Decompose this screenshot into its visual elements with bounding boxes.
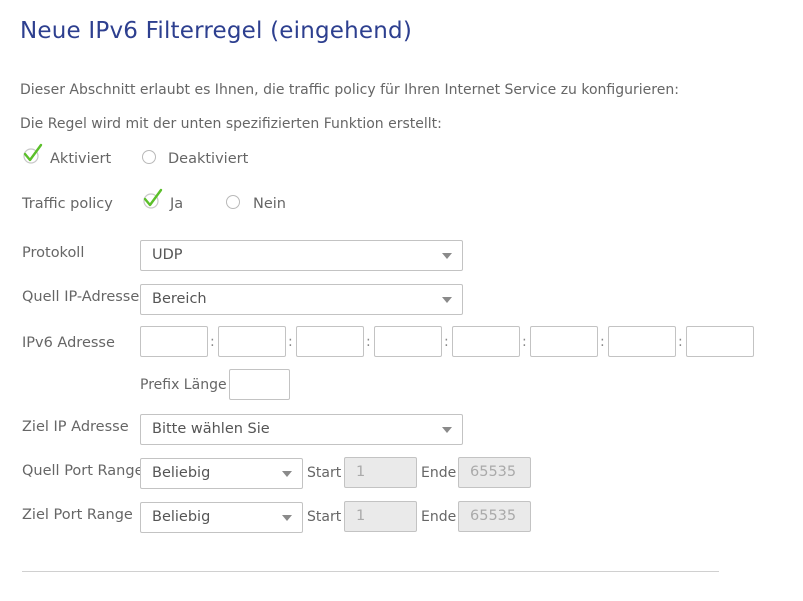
source-port-start-label: Start — [307, 465, 342, 481]
traffic-policy-no-label: Nein — [253, 196, 286, 212]
status-inactive-radio[interactable] — [142, 150, 156, 164]
dest-port-end-input[interactable]: 65535 — [458, 501, 531, 532]
status-active-radio[interactable] — [22, 143, 44, 169]
divider — [22, 571, 719, 572]
prefix-length-input[interactable] — [229, 369, 290, 400]
ipv6-separator: : — [522, 334, 527, 350]
dest-port-start-value: 1 — [356, 508, 366, 524]
ipv6-segment-1[interactable] — [140, 326, 208, 357]
ipv6-label: IPv6 Adresse — [22, 335, 115, 351]
source-port-select[interactable]: Beliebig — [140, 458, 303, 489]
ipv6-segment-5[interactable] — [452, 326, 520, 357]
source-port-end-input[interactable]: 65535 — [458, 457, 531, 488]
source-port-label: Quell Port Range — [22, 463, 144, 479]
traffic-policy-yes-radio[interactable] — [142, 188, 164, 214]
source-port-end-label: Ende — [421, 465, 457, 481]
ipv6-separator: : — [288, 334, 293, 350]
intro-text: Dieser Abschnitt erlaubt es Ihnen, die t… — [20, 82, 679, 98]
source-ip-select[interactable]: Bereich — [140, 284, 463, 315]
protocol-value: UDP — [152, 247, 183, 263]
dest-port-select[interactable]: Beliebig — [140, 502, 303, 533]
prefix-length-label: Prefix Länge — [140, 377, 227, 393]
source-port-value: Beliebig — [152, 465, 211, 481]
traffic-policy-label: Traffic policy — [22, 196, 113, 212]
ipv6-separator: : — [444, 334, 449, 350]
ipv6-separator: : — [366, 334, 371, 350]
ipv6-segment-6[interactable] — [530, 326, 598, 357]
ipv6-segment-8[interactable] — [686, 326, 754, 357]
ipv6-segment-2[interactable] — [218, 326, 286, 357]
source-port-start-value: 1 — [356, 464, 366, 480]
source-ip-value: Bereich — [152, 291, 207, 307]
ipv6-separator: : — [678, 334, 683, 350]
traffic-policy-yes-label: Ja — [170, 196, 184, 212]
ipv6-separator: : — [210, 334, 215, 350]
dest-port-end-label: Ende — [421, 509, 457, 525]
ipv6-segment-3[interactable] — [296, 326, 364, 357]
ipv6-separator: : — [600, 334, 605, 350]
ipv6-segment-4[interactable] — [374, 326, 442, 357]
protocol-select[interactable]: UDP — [140, 240, 463, 271]
source-port-start-input[interactable]: 1 — [344, 457, 417, 488]
status-active-label: Aktiviert — [50, 151, 112, 167]
rule-text: Die Regel wird mit der unten spezifizier… — [20, 116, 442, 132]
caret-down-icon — [282, 515, 292, 521]
dest-port-label: Ziel Port Range — [22, 507, 133, 523]
traffic-policy-no-radio[interactable] — [226, 195, 240, 209]
status-inactive-label: Deaktiviert — [168, 151, 249, 167]
dest-port-start-input[interactable]: 1 — [344, 501, 417, 532]
dest-port-value: Beliebig — [152, 509, 211, 525]
dest-ip-select[interactable]: Bitte wählen Sie — [140, 414, 463, 445]
dest-port-end-value: 65535 — [470, 508, 517, 524]
dest-ip-value: Bitte wählen Sie — [152, 421, 270, 437]
caret-down-icon — [442, 427, 452, 433]
source-port-end-value: 65535 — [470, 464, 517, 480]
caret-down-icon — [282, 471, 292, 477]
ipv6-segment-7[interactable] — [608, 326, 676, 357]
protocol-label: Protokoll — [22, 245, 85, 261]
checkmark-icon — [23, 143, 43, 164]
source-ip-label: Quell IP-Adresse — [22, 289, 140, 305]
page-title: Neue IPv6 Filterregel (eingehend) — [20, 18, 413, 44]
caret-down-icon — [442, 253, 452, 259]
checkmark-icon — [143, 188, 163, 209]
dest-port-start-label: Start — [307, 509, 342, 525]
dest-ip-label: Ziel IP Adresse — [22, 419, 129, 435]
caret-down-icon — [442, 297, 452, 303]
